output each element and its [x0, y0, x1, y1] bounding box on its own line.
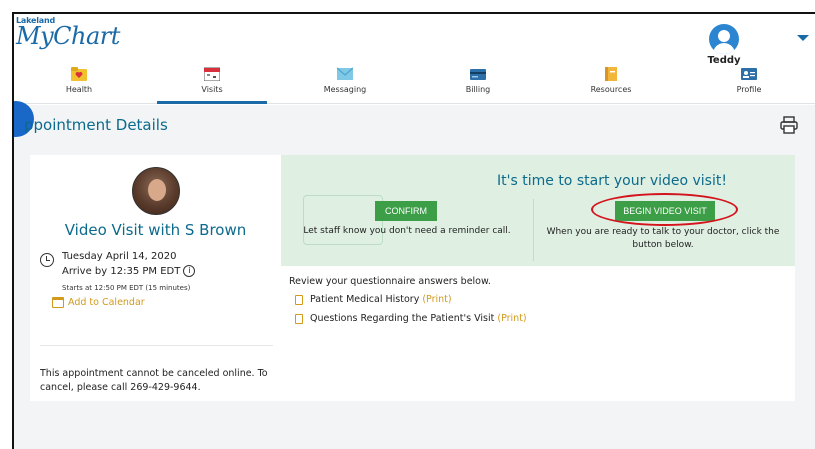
page-title: ppointment Details [24, 116, 168, 134]
add-to-calendar-label: Add to Calendar [68, 297, 145, 308]
user-menu[interactable]: Teddy [707, 24, 741, 66]
video-screen-illustration [303, 195, 383, 245]
calendar-icon [203, 66, 221, 82]
nav-visits-label: Visits [201, 85, 223, 94]
nav-messaging-label: Messaging [323, 85, 367, 94]
confirm-button[interactable]: CONFIRM [375, 201, 437, 221]
questionnaire-item[interactable]: Questions Regarding the Patient's Visit … [295, 313, 527, 324]
calendar-add-icon [52, 297, 64, 308]
credit-card-icon [470, 66, 486, 80]
print-link[interactable]: (Print) [497, 313, 526, 324]
app-window: Lakeland MyChart Teddy Health Visits Mes… [12, 12, 815, 449]
arrive-time: Arrive by 12:35 PM EDT i [62, 265, 196, 277]
appointment-card: Video Visit with S Brown Tuesday April 1… [30, 155, 281, 401]
questionnaire-item-label[interactable]: Questions Regarding the Patient's Visit [310, 313, 494, 324]
banner-title: It's time to start your video visit! [497, 173, 727, 189]
nav-billing[interactable]: Billing [423, 64, 533, 104]
begin-description: When you are ready to talk to your docto… [546, 227, 780, 250]
document-icon [295, 313, 303, 324]
header: Lakeland MyChart Teddy Health Visits Mes… [14, 14, 815, 104]
nav-health[interactable]: Health [24, 64, 134, 104]
visit-title: Video Visit with S Brown [64, 221, 247, 239]
nav-profile[interactable]: Profile [694, 64, 804, 104]
book-icon [603, 66, 619, 81]
document-icon [295, 294, 303, 305]
title-bar: ppointment Details [14, 101, 815, 151]
nav-billing-label: Billing [465, 85, 491, 94]
questionnaire-item[interactable]: Patient Medical History (Print) [295, 294, 452, 305]
logo-big-text: MyChart [16, 22, 120, 50]
arrive-time-text: Arrive by 12:35 PM EDT [62, 266, 181, 277]
nav-resources[interactable]: Resources [556, 64, 666, 104]
chevron-down-icon[interactable] [797, 35, 809, 41]
id-card-icon [741, 66, 757, 80]
nav-health-label: Health [65, 85, 93, 94]
start-time: Starts at 12:50 PM EDT (15 minutes) [62, 284, 191, 292]
cancel-note: This appointment cannot be canceled onli… [40, 368, 268, 393]
nav-profile-label: Profile [736, 85, 762, 94]
provider-photo [132, 167, 180, 215]
main-nav: Health Visits Messaging Billing Resource… [14, 64, 815, 104]
confirm-description: Let staff know you don't need a reminder… [303, 226, 511, 236]
nav-messaging[interactable]: Messaging [290, 64, 400, 104]
highlight-circle [591, 193, 738, 226]
avatar[interactable] [709, 24, 739, 54]
print-link[interactable]: (Print) [422, 294, 451, 305]
printer-icon[interactable] [779, 115, 799, 135]
heart-folder-icon [71, 66, 87, 81]
questionnaire-item-label[interactable]: Patient Medical History [310, 294, 419, 305]
info-icon[interactable]: i [183, 265, 196, 277]
clock-icon [40, 253, 54, 267]
nav-visits[interactable]: Visits [157, 64, 267, 104]
add-to-calendar-link[interactable]: Add to Calendar [52, 297, 145, 308]
nav-resources-label: Resources [590, 85, 632, 94]
questionnaire-intro: Review your questionnaire answers below. [289, 276, 491, 287]
video-visit-banner: It's time to start your video visit! CON… [281, 155, 795, 266]
divider [40, 345, 273, 346]
envelope-icon [336, 66, 354, 80]
banner-divider [533, 199, 534, 261]
content-area: Video Visit with S Brown Tuesday April 1… [14, 151, 815, 449]
video-visit-panel: It's time to start your video visit! CON… [281, 155, 795, 401]
mychart-logo[interactable]: Lakeland MyChart [16, 16, 120, 50]
visit-date: Tuesday April 14, 2020 [62, 251, 177, 262]
